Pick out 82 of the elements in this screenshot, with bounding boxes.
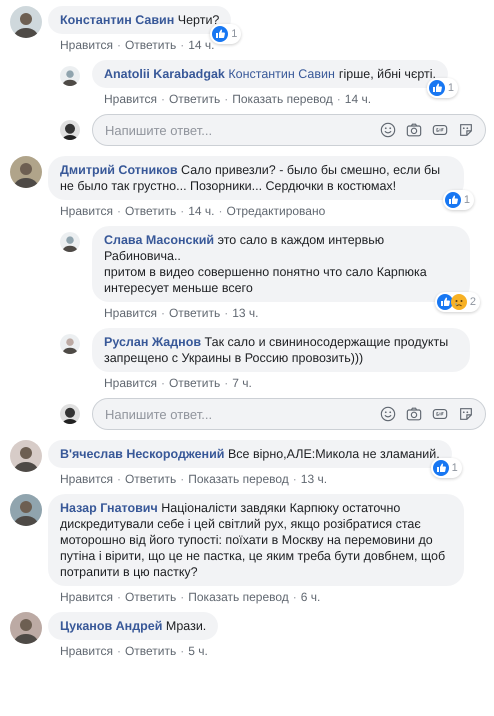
separator-dot: · bbox=[180, 643, 184, 659]
separator-dot: · bbox=[224, 91, 228, 107]
comment-text: Дмитрий Сотников Сало привезли? - было бы смешно, если бы не было так грустно... Позорники... Сердючки в костюмах! bbox=[60, 162, 442, 194]
separator-dot: · bbox=[160, 305, 165, 321]
author-link[interactable]: Константин Савин bbox=[60, 13, 174, 27]
sticker-icon[interactable] bbox=[458, 122, 474, 138]
action-link[interactable]: Показать перевод bbox=[188, 589, 289, 605]
action-link[interactable]: Ответить bbox=[168, 91, 220, 107]
comment-text: Руслан Жаднов Так сало и свининосодержащие продукты запрещено с Украины в Россию провозить))) bbox=[104, 334, 450, 366]
like-icon bbox=[432, 460, 449, 476]
separator-dot: · bbox=[292, 471, 297, 487]
timestamp[interactable]: 5 ч. bbox=[188, 643, 208, 659]
separator-dot: · bbox=[180, 589, 184, 605]
separator-dot: · bbox=[116, 203, 121, 219]
crying-face-icon bbox=[450, 294, 467, 310]
separator-dot: · bbox=[116, 471, 121, 487]
action-link[interactable]: Показать перевод bbox=[232, 91, 333, 107]
smiley-icon[interactable] bbox=[380, 122, 396, 138]
reaction-badge[interactable]: 2 bbox=[434, 292, 480, 312]
author-link[interactable]: Назар Гнатович bbox=[60, 501, 158, 515]
gif-icon[interactable] bbox=[432, 406, 448, 422]
timestamp[interactable]: 6 ч. bbox=[300, 589, 320, 605]
comment-text: Назар Гнатович Націоналісти завдяки Карпюку остаточно дискредитували себе і цей світлий рух, якщо розібратися стає моторошно від його тупості: поїхати в Москву на перемовини до путіна і вірити, що це не пастка, це яким треба бути довбнем, щоб потрапити в цю пастку? bbox=[60, 500, 446, 580]
timestamp[interactable]: 7 ч. bbox=[232, 375, 252, 391]
author-link[interactable]: Слава Масонский bbox=[104, 233, 214, 247]
action-link[interactable]: Ответить bbox=[124, 471, 176, 487]
separator-dot: · bbox=[180, 37, 184, 53]
reply-field[interactable]: Напишите ответ... bbox=[92, 114, 486, 146]
comment-text: Цуканов Андрей Мрази. bbox=[60, 618, 206, 634]
separator-dot: · bbox=[180, 471, 184, 487]
timestamp[interactable]: 13 ч. bbox=[300, 471, 328, 487]
separator-dot: · bbox=[180, 203, 184, 219]
action-link[interactable]: Ответить bbox=[124, 37, 176, 53]
separator-dot: · bbox=[224, 305, 228, 321]
separator-dot: · bbox=[292, 589, 297, 605]
action-link[interactable]: Нравится bbox=[104, 91, 157, 107]
camera-icon[interactable] bbox=[406, 406, 422, 422]
reaction-badge[interactable]: 1 bbox=[426, 78, 458, 98]
separator-dot: · bbox=[116, 589, 121, 605]
action-link[interactable]: Показать перевод bbox=[188, 471, 289, 487]
comment-text: Слава Масонский это сало в каждом интервью Рабиновича.. притом в видео совершенно понятно что сало Карпюка интересует меньше всего bbox=[104, 232, 428, 296]
author-link[interactable]: Цуканов Андрей bbox=[60, 619, 162, 633]
like-icon bbox=[428, 80, 445, 96]
timestamp[interactable]: 13 ч. bbox=[232, 305, 259, 321]
action-link[interactable]: Нравится bbox=[60, 643, 113, 659]
author-link[interactable]: В'ячеслав Нескороджений bbox=[60, 447, 224, 461]
reply-field[interactable]: Напишите ответ... bbox=[92, 398, 486, 430]
action-link[interactable]: Нравится bbox=[60, 471, 113, 487]
like-icon bbox=[444, 192, 461, 208]
action-link[interactable]: Ответить bbox=[124, 643, 176, 659]
author-link[interactable]: Anatolii Karabadgak bbox=[104, 67, 225, 81]
action-link[interactable]: Нравится bbox=[104, 305, 157, 321]
reaction-badge[interactable]: 1 bbox=[210, 24, 242, 44]
separator-dot: · bbox=[224, 375, 228, 391]
reaction-badge[interactable]: 1 bbox=[430, 458, 462, 478]
reaction-badge[interactable]: 1 bbox=[442, 190, 474, 210]
action-link[interactable]: Нравится bbox=[60, 37, 113, 53]
separator-dot: · bbox=[160, 91, 165, 107]
timestamp[interactable]: 14 ч. bbox=[344, 91, 372, 107]
mention-link[interactable]: Константин Савин bbox=[228, 67, 335, 81]
action-link[interactable]: Ответить bbox=[124, 203, 176, 219]
gif-icon[interactable] bbox=[432, 122, 448, 138]
like-icon bbox=[436, 294, 453, 310]
sticker-icon[interactable] bbox=[458, 406, 474, 422]
timestamp[interactable]: 14 ч. bbox=[188, 203, 215, 219]
author-link[interactable]: Руслан Жаднов bbox=[104, 335, 202, 349]
separator-dot: · bbox=[116, 37, 121, 53]
action-link[interactable]: Ответить bbox=[168, 375, 220, 391]
action-link[interactable]: Нравится bbox=[60, 589, 113, 605]
action-link[interactable]: Ответить bbox=[124, 589, 176, 605]
separator-dot: · bbox=[336, 91, 341, 107]
action-link[interactable]: Ответить bbox=[168, 305, 220, 321]
author-link[interactable]: Дмитрий Сотников bbox=[60, 163, 178, 177]
separator-dot: · bbox=[218, 203, 223, 219]
action-link[interactable]: Нравится bbox=[104, 375, 157, 391]
like-icon bbox=[212, 26, 228, 42]
camera-icon[interactable] bbox=[406, 122, 422, 138]
edited-label: Отредактировано bbox=[226, 203, 326, 219]
smiley-icon[interactable] bbox=[380, 406, 396, 422]
separator-dot: · bbox=[116, 643, 121, 659]
action-link[interactable]: Нравится bbox=[60, 203, 113, 219]
separator-dot: · bbox=[160, 375, 165, 391]
